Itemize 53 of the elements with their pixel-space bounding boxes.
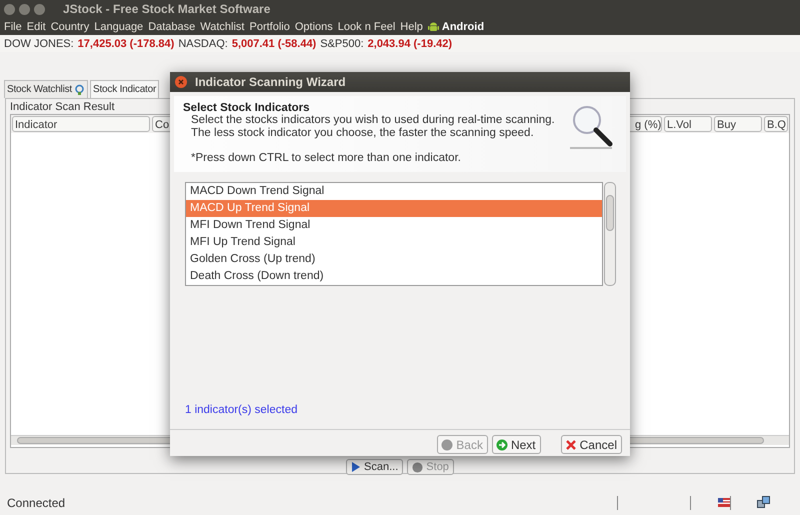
status-text: Connected	[7, 496, 66, 510]
network-icon	[757, 496, 770, 508]
menu-item[interactable]: Help	[400, 20, 423, 32]
column-header[interactable]: Buy	[714, 116, 762, 132]
list-item[interactable]: MFI Up Trend Signal	[186, 234, 602, 251]
dialog-description: Select the stocks indicators you wish to used during real-time scanning. The less stock indicator you choose, the faster the scanning speed.	[191, 114, 556, 140]
menu-item[interactable]: Android	[428, 20, 484, 32]
list-item[interactable]: MFI Down Trend Signal	[186, 217, 602, 234]
dialog-note: *Press down CTRL to select more than one indicator.	[191, 152, 462, 164]
menu-item[interactable]: Language	[94, 20, 144, 32]
scrollbar[interactable]	[604, 182, 616, 286]
menu-item[interactable]: Watchlist	[200, 20, 244, 32]
window-title: JStock - Free Stock Market Software	[63, 2, 270, 16]
arrow-icon	[496, 438, 508, 450]
dialog-title: Indicator Scanning Wizard	[195, 75, 346, 89]
column-header[interactable]: Indicator	[12, 116, 150, 132]
circle-icon	[441, 438, 454, 450]
group-title: Indicator Scan Result	[10, 101, 115, 114]
close-button[interactable]	[175, 76, 187, 88]
magnifier-icon	[570, 104, 614, 150]
list-item[interactable]: MACD Down Trend Signal	[186, 183, 602, 200]
minimize-button[interactable]	[19, 4, 30, 14]
dialog-heading: Select Stock Indicators	[183, 102, 311, 114]
index-name: NASDAQ:	[178, 38, 228, 50]
menu-item[interactable]: Look n Feel	[338, 20, 396, 32]
index-name: DOW JONES:	[4, 38, 74, 50]
close-button[interactable]	[4, 4, 15, 14]
maximize-button[interactable]	[34, 4, 45, 14]
menu-item[interactable]: Edit	[26, 20, 46, 32]
column-header[interactable]: B.Q	[764, 116, 788, 132]
menu-item[interactable]: File	[4, 20, 22, 32]
cancel-button[interactable]: Cancel	[560, 435, 622, 454]
play-icon	[351, 461, 362, 473]
menu-item[interactable]: Portfolio	[250, 20, 290, 32]
column-header[interactable]: L.Vol	[664, 116, 712, 132]
menu-item[interactable]: Country	[50, 20, 90, 32]
selection-count: 1 indicator(s) selected	[185, 404, 298, 416]
android-icon	[428, 20, 439, 32]
tab[interactable]: Stock Indicator	[90, 80, 160, 98]
index-value: 5,007.41 (-58.44)	[232, 38, 316, 50]
flag-icon	[718, 498, 730, 507]
close-icon	[564, 438, 577, 450]
scan-button[interactable]: Scan...	[346, 459, 404, 475]
index-value: 17,425.03 (-178.84)	[78, 38, 174, 50]
circle-icon	[412, 462, 424, 472]
index-value: 2,043.94 (-19.42)	[368, 38, 452, 50]
tab[interactable]: Stock Watchlist	[4, 80, 88, 98]
list-item[interactable]: Death Cross (Down trend)	[186, 268, 602, 285]
index-name: S&P500:	[320, 38, 364, 50]
list-item[interactable]: Golden Cross (Up trend)	[186, 251, 602, 268]
menu-item[interactable]: Options	[294, 20, 333, 32]
next-button[interactable]: Next	[492, 435, 541, 454]
menu-item[interactable]: Database	[148, 20, 196, 32]
